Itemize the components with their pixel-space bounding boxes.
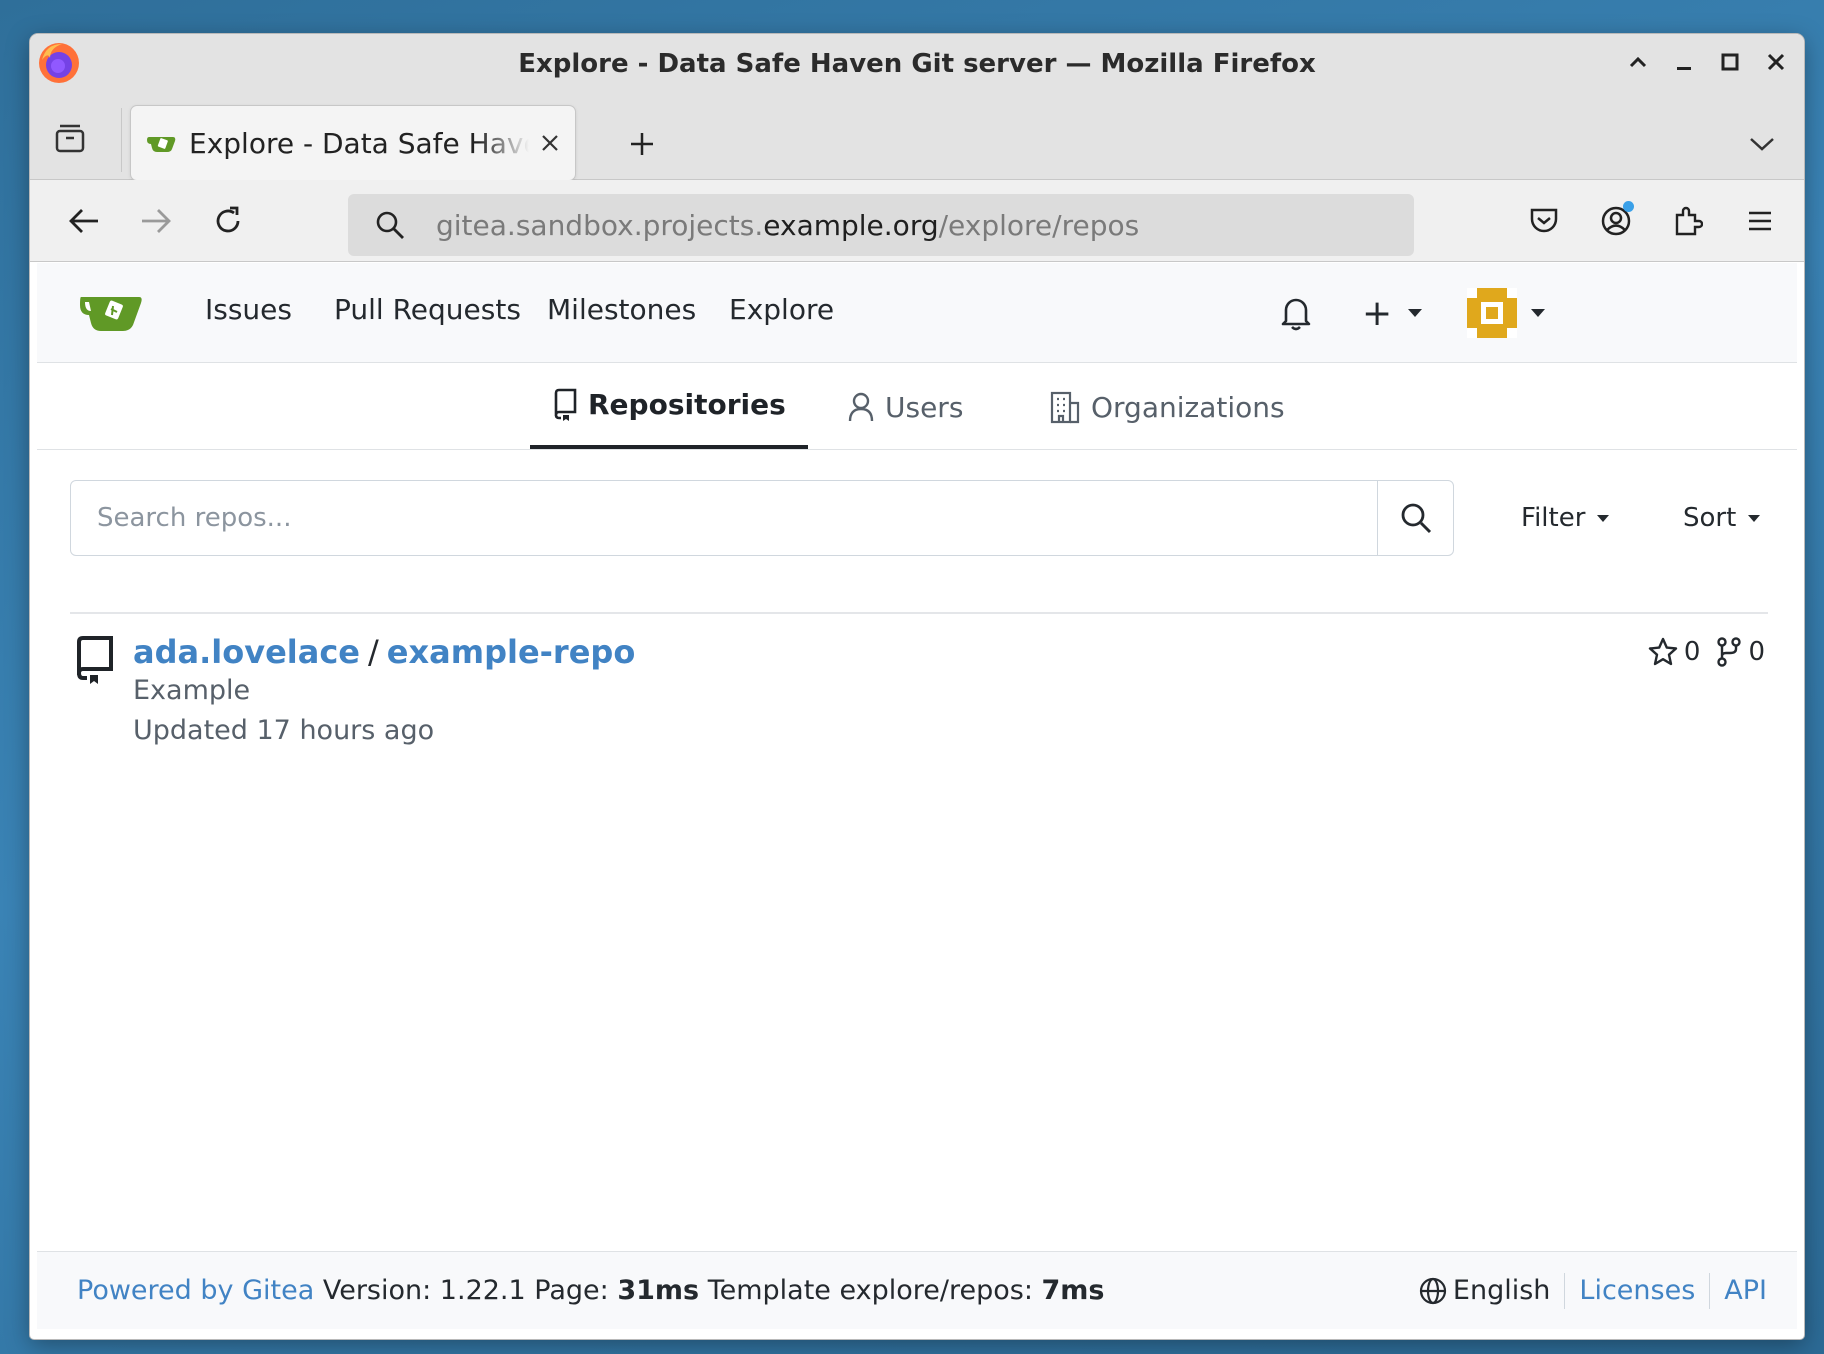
tab-label: Users: [885, 390, 964, 424]
gitea-logo-icon[interactable]: [79, 289, 143, 335]
repo-name-link[interactable]: example-repo: [387, 633, 636, 671]
repo-icon: [554, 388, 577, 421]
nav-issues[interactable]: Issues: [205, 293, 292, 326]
organization-icon: [1050, 391, 1080, 424]
repo-full-name: ada.lovelace / example-repo: [133, 633, 635, 671]
repo-icon: [76, 636, 113, 684]
search-input[interactable]: [71, 481, 1377, 555]
sort-label: Sort: [1683, 503, 1737, 533]
api-link[interactable]: API: [1724, 1275, 1767, 1306]
template-time: 7ms: [1041, 1275, 1105, 1306]
tab-strip: Explore - Data Safe Haven Git server: [30, 94, 1804, 180]
create-new-dropdown[interactable]: +: [1362, 285, 1423, 341]
repo-search-form: [70, 480, 1454, 556]
globe-icon: [1419, 1277, 1447, 1304]
search-icon: [1401, 503, 1431, 534]
window-up-icon[interactable]: [1622, 46, 1654, 78]
footer-separator: [1709, 1272, 1711, 1309]
chevron-down-icon: [1408, 309, 1423, 317]
repo-stars[interactable]: 0: [1648, 637, 1701, 667]
tab-explore[interactable]: Explore - Data Safe Haven Git server: [131, 106, 575, 180]
forward-icon[interactable]: [134, 199, 178, 243]
extensions-icon[interactable]: [1666, 199, 1710, 243]
fork-icon: [1717, 637, 1742, 667]
repo-separator: /: [368, 633, 379, 671]
new-tab-icon[interactable]: [620, 122, 664, 166]
url-path: /explore/repos: [938, 208, 1140, 242]
url-bar[interactable]: gitea.sandbox.projects.example.org/explo…: [348, 194, 1414, 256]
reload-icon[interactable]: [206, 199, 250, 243]
tab-label: Repositories: [588, 388, 786, 421]
repo-stats: 0 0: [1648, 637, 1765, 667]
nav-pull-requests[interactable]: Pull Requests: [334, 293, 521, 326]
tab-separator: [121, 108, 122, 172]
firefox-logo-icon: [39, 43, 79, 83]
avatar: [1467, 288, 1517, 338]
footer-separator: [1564, 1272, 1566, 1309]
back-icon[interactable]: [62, 199, 106, 243]
bell-icon: [1281, 298, 1311, 331]
language-label: English: [1452, 1275, 1551, 1306]
repo-description: Example: [133, 675, 251, 706]
toolbar-right: [1522, 199, 1782, 243]
gitea-favicon-icon: [147, 137, 176, 152]
search-button[interactable]: [1377, 481, 1453, 555]
repo-forks[interactable]: 0: [1716, 637, 1765, 667]
pocket-icon[interactable]: [1522, 199, 1566, 243]
version-text: Version: 1.22.1 Page:: [322, 1275, 609, 1306]
chevron-down-icon: [1531, 309, 1545, 317]
notifications-button[interactable]: [1280, 285, 1312, 341]
url-domain: example.org: [763, 208, 939, 242]
notification-dot: [1623, 201, 1634, 212]
list-all-tabs-icon[interactable]: [1742, 124, 1782, 164]
language-selector[interactable]: English: [1419, 1275, 1551, 1306]
tab-close-icon[interactable]: [535, 128, 565, 158]
window-controls: [1622, 46, 1792, 78]
tab-repositories[interactable]: Repositories: [530, 364, 808, 449]
tab-label: Organizations: [1091, 390, 1285, 424]
licenses-link[interactable]: Licenses: [1579, 1275, 1695, 1306]
filter-dropdown[interactable]: Filter: [1521, 493, 1610, 543]
footer-info: Powered by Gitea Version: 1.22.1 Page: 3…: [77, 1275, 1105, 1306]
tab-users[interactable]: Users: [847, 364, 963, 450]
template-text: Template explore/repos:: [707, 1275, 1033, 1306]
repo-updated-time: Updated 17 hours ago: [133, 715, 435, 746]
window-title: Explore - Data Safe Haven Git server — M…: [518, 49, 1316, 79]
user-icon: [848, 392, 874, 422]
fork-count: 0: [1748, 637, 1765, 667]
minimize-icon[interactable]: [1668, 46, 1700, 78]
explore-tabs: Repositories Users Organizations: [37, 364, 1797, 450]
powered-by-link[interactable]: Powered by Gitea: [77, 1275, 314, 1306]
url-text[interactable]: gitea.sandbox.projects.example.org/explo…: [436, 209, 1139, 242]
tab-manager-icon[interactable]: [48, 116, 92, 160]
page-content: Issues Pull Requests Milestones Explore …: [37, 263, 1797, 1329]
list-divider: [70, 612, 1768, 614]
filter-label: Filter: [1521, 503, 1586, 533]
chevron-down-icon: [1597, 514, 1610, 522]
star-count: 0: [1683, 637, 1701, 667]
tab-title: Explore - Data Safe Haven Git server: [189, 126, 529, 160]
gitea-header: Issues Pull Requests Milestones Explore …: [37, 263, 1797, 363]
plus-icon: +: [1362, 292, 1393, 334]
maximize-icon[interactable]: [1714, 46, 1746, 78]
repo-owner-link[interactable]: ada.lovelace: [133, 633, 360, 671]
nav-explore[interactable]: Explore: [729, 293, 834, 326]
search-icon: [370, 205, 410, 245]
page-footer: Powered by Gitea Version: 1.22.1 Page: 3…: [37, 1251, 1797, 1329]
tab-organizations[interactable]: Organizations: [1049, 364, 1285, 450]
page-time: 31ms: [617, 1275, 700, 1306]
navigation-bar: gitea.sandbox.projects.example.org/explo…: [30, 180, 1804, 262]
account-icon[interactable]: [1594, 199, 1638, 243]
chevron-down-icon: [1748, 514, 1761, 522]
browser-window: Explore - Data Safe Haven Git server — M…: [30, 34, 1804, 1339]
url-prefix: gitea.sandbox.projects.: [436, 208, 764, 242]
title-bar: Explore - Data Safe Haven Git server — M…: [30, 34, 1804, 94]
nav-milestones[interactable]: Milestones: [547, 293, 696, 326]
menu-icon[interactable]: [1738, 199, 1782, 243]
user-menu-dropdown[interactable]: [1467, 285, 1545, 341]
close-window-icon[interactable]: [1760, 46, 1792, 78]
footer-links: English Licenses API: [1419, 1272, 1767, 1309]
star-icon: [1648, 637, 1678, 666]
sort-dropdown[interactable]: Sort: [1683, 493, 1761, 543]
